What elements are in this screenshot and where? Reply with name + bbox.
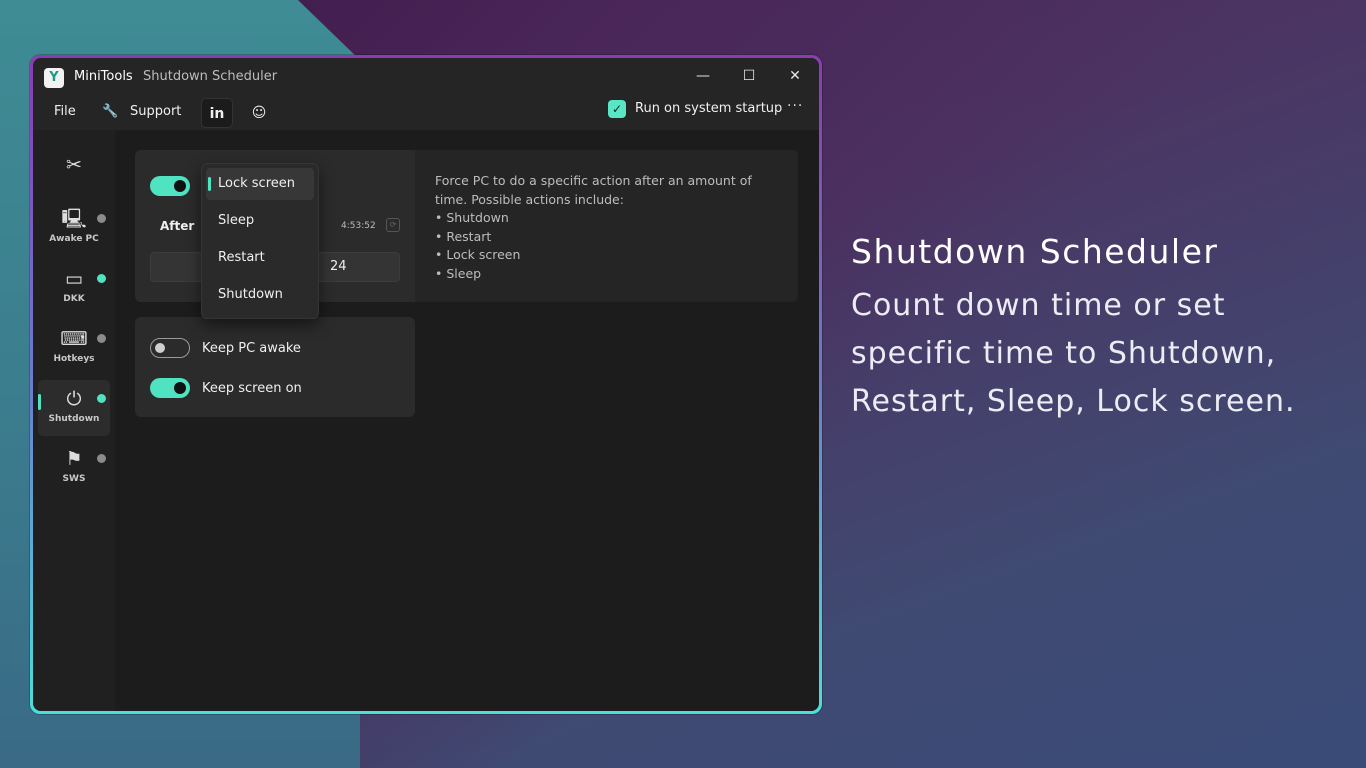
tools-icon: ✂ [66,154,82,176]
sidebar-item-awake-pc[interactable]: 🖳 Awake PC [38,200,110,256]
action-list-item: • Sleep [435,265,482,281]
sidebar-item-label: DKK [63,294,85,304]
status-dot [97,394,106,403]
robot-icon[interactable]: ☺ [243,98,275,128]
app-window: Y MiniTools Shutdown Scheduler — ☐ ✕ Fil… [30,55,822,714]
sidebar-item-hotkeys[interactable]: ⌨ Hotkeys [38,320,110,376]
window-body: Y MiniTools Shutdown Scheduler — ☐ ✕ Fil… [33,58,819,711]
status-dot [97,334,106,343]
keep-screen-on-toggle[interactable] [150,378,190,398]
sidebar-item-sws[interactable]: ⚑ SWS [38,440,110,496]
startup-label[interactable]: Run on system startup [635,101,782,116]
file-menu[interactable]: File [54,104,76,119]
time-readout: 4:53:52 [341,221,376,231]
dropdown-option-shutdown[interactable]: Shutdown [206,279,314,311]
awake-options-card: Keep PC awake Keep screen on [135,317,415,417]
active-indicator [38,394,41,410]
scheduler-toggle[interactable] [150,176,190,196]
description-intro: Force PC to do a specific action after a… [435,173,752,207]
status-dot [97,214,106,223]
promo-text: Count down time or set specific time to … [851,288,1296,419]
app-name: MiniTools [74,69,133,84]
more-options-icon[interactable]: ··· [787,98,803,114]
sidebar-item-label: Awake PC [49,234,99,244]
maximize-button[interactable]: ☐ [729,64,769,88]
action-list-item: • Lock screen [435,247,521,262]
description-text: Force PC to do a specific action after a… [435,171,775,283]
sidebar-item-label: Hotkeys [53,354,95,364]
keep-pc-awake-label: Keep PC awake [202,341,301,356]
keep-screen-on-label: Keep screen on [202,381,302,396]
sidebar: ✂ 🖳 Awake PC ▭ DKK ⌨ Hotkeys ⏻ Shutdown [33,130,115,711]
sidebar-item-dkk[interactable]: ▭ DKK [38,260,110,316]
sidebar-item-label: SWS [62,474,86,484]
status-dot [97,274,106,283]
dropdown-option-restart[interactable]: Restart [206,242,314,274]
status-dot [97,454,106,463]
scheduler-description: Force PC to do a specific action after a… [415,150,798,302]
title-bar[interactable]: Y MiniTools Shutdown Scheduler — ☐ ✕ [33,58,819,96]
action-list-item: • Restart [435,228,492,244]
sidebar-item-label: Shutdown [48,414,100,424]
support-menu[interactable]: Support [130,104,181,119]
sidebar-item-shutdown[interactable]: ⏻ Shutdown [38,380,110,436]
action-list-item: • Shutdown [435,210,509,225]
minimize-button[interactable]: — [683,64,723,88]
wrench-icon: 🔧 [102,104,119,119]
promo-title: Shutdown Scheduler [851,232,1219,271]
after-label: After [160,219,195,233]
action-dropdown-menu: Lock screen Sleep Restart Shutdown [201,163,319,319]
dropdown-option-sleep[interactable]: Sleep [206,205,314,237]
duration-value: 24 [330,259,347,274]
app-logo-icon: Y [44,68,64,88]
window-subtitle: Shutdown Scheduler [143,69,278,84]
keep-pc-awake-toggle[interactable] [150,338,190,358]
close-button[interactable]: ✕ [775,64,815,88]
sidebar-item-tools[interactable]: ✂ [38,140,110,196]
linkedin-icon[interactable]: in [201,98,233,128]
dropdown-option-lock-screen[interactable]: Lock screen [206,168,314,200]
startup-checkbox[interactable]: ✓ [608,100,626,118]
refresh-icon[interactable]: ⟳ [386,218,400,232]
